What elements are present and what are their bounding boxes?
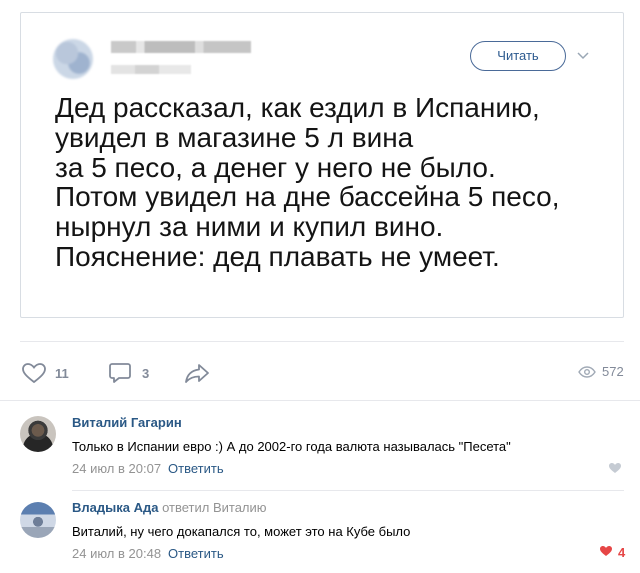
tweet-card: Читать Дед рассказал, как ездил в Испани… (20, 12, 624, 318)
comment-like-button[interactable]: 4 (599, 545, 625, 560)
tweet-line: Пояснение: дед плавать не умеет. (55, 240, 500, 272)
tweet-text: Дед рассказал, как ездил в Испанию, увид… (55, 93, 615, 272)
tweet-line: нырнул за ними и купил вино. (55, 211, 444, 243)
share-icon (183, 362, 211, 384)
comment-author[interactable]: Владыка Ада (72, 500, 158, 515)
tweet-author-avatar (53, 39, 93, 79)
like-count: 11 (55, 365, 69, 381)
heart-icon (21, 362, 47, 384)
tweet-line: увидел в магазине 5 л вина (55, 121, 414, 153)
views-indicator: 572 (578, 364, 624, 379)
comment-author-line: Владыка Ада ответил Виталию (72, 500, 267, 515)
reply-button[interactable]: Ответить (168, 546, 224, 561)
reply-to-label[interactable]: ответил Виталию (162, 500, 266, 515)
comment-time[interactable]: 24 июл в 20:07 (72, 461, 161, 476)
views-count: 572 (602, 364, 624, 379)
comment-meta: 24 июл в 20:07 Ответить (72, 461, 224, 476)
chevron-down-icon[interactable] (575, 47, 591, 63)
like-button[interactable]: 11 (21, 362, 69, 384)
comment-author[interactable]: Виталий Гагарин (72, 415, 182, 430)
tweet-line: Дед рассказал, как ездил в Испанию, (55, 92, 540, 123)
divider (20, 341, 624, 342)
reply-button[interactable]: Ответить (168, 461, 224, 476)
comment-like-count: 4 (618, 545, 626, 560)
follow-button[interactable]: Читать (470, 41, 566, 71)
eye-icon (578, 365, 596, 378)
avatar[interactable] (20, 416, 56, 452)
tweet-line: за 5 песо, а денег у него не было. (55, 151, 496, 183)
share-button[interactable] (183, 362, 211, 384)
tweet-author-name-blurred (111, 41, 251, 53)
comment-text: Виталий, ну чего докапался то, может это… (72, 524, 411, 539)
comment-meta: 24 июл в 20:48 Ответить (72, 546, 224, 561)
comment-button[interactable]: 3 (108, 361, 149, 385)
avatar[interactable] (20, 502, 56, 538)
divider (0, 400, 640, 401)
comment-time[interactable]: 24 июл в 20:48 (72, 546, 161, 561)
heart-icon (599, 545, 613, 560)
comment-icon (108, 361, 132, 385)
tweet-line: Потом увидел на дне бассейна 5 песо, (55, 181, 560, 213)
divider (72, 490, 624, 491)
comment-count: 3 (142, 365, 150, 381)
tweet-author-handle-blurred (111, 65, 191, 74)
comment-text: Только в Испании евро :) А до 2002-го го… (72, 439, 511, 454)
heart-icon[interactable] (608, 462, 622, 477)
